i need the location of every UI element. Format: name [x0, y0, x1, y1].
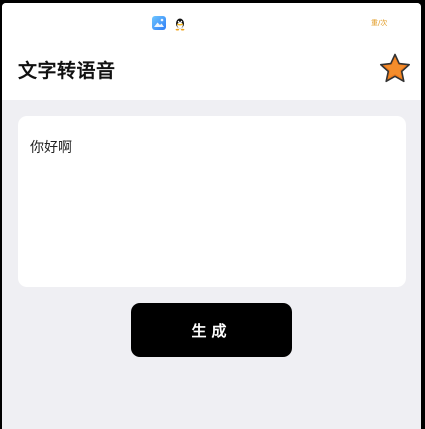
- qq-icon: [174, 16, 186, 31]
- generate-button[interactable]: 生成: [131, 303, 292, 357]
- device-frame: 重/次 文字转语音 你好啊 生成: [0, 0, 425, 429]
- gallery-icon: [152, 16, 166, 30]
- status-right-label: 重/次: [371, 19, 388, 27]
- text-input-value[interactable]: 你好啊: [30, 138, 72, 158]
- app-header: 文字转语音: [2, 43, 421, 100]
- text-input-card[interactable]: 你好啊: [18, 116, 406, 287]
- favorite-button[interactable]: [378, 52, 412, 86]
- status-bar: 重/次: [2, 3, 421, 43]
- star-icon: [380, 53, 410, 83]
- app-screen: 重/次 文字转语音 你好啊 生成: [2, 3, 421, 429]
- page-title: 文字转语音: [18, 60, 116, 82]
